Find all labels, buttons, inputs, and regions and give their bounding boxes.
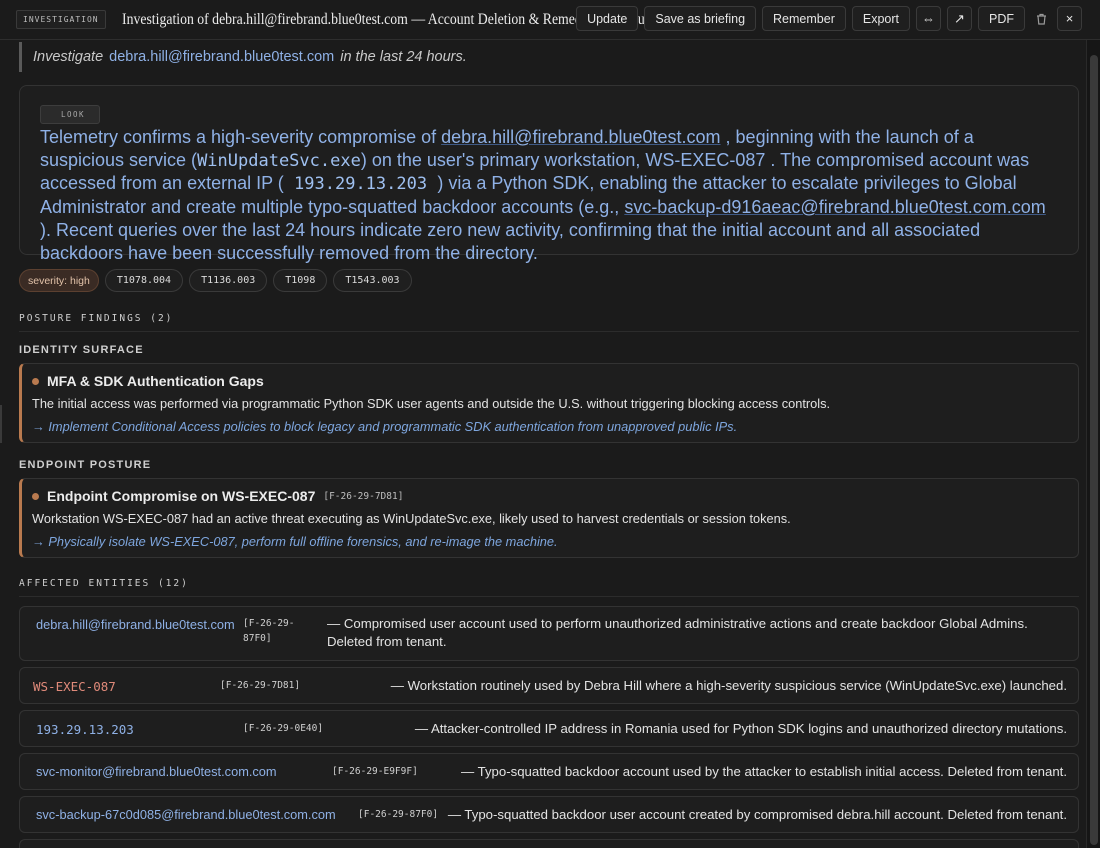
identity-surface-heading: IDENTITY SURFACE [19, 344, 144, 356]
entity-name[interactable]: svc-backup-67c0d085@firebrand.blue0test.… [36, 807, 336, 822]
window-title: Investigation of debra.hill@firebrand.bl… [121, 10, 650, 28]
entity-row[interactable]: svc-backup-67c0d085@firebrand.blue0test.… [19, 796, 1079, 833]
entity-description: — Compromised user account used to perfo… [327, 616, 1028, 649]
summary-ip: 193.29.13.203 [283, 174, 438, 195]
entity-description: — Typo-squatted backdoor user account cr… [447, 807, 1067, 822]
severity-dot [32, 377, 39, 385]
finding-recommendation: → Implement Conditional Access policies … [32, 419, 738, 434]
entity-ref: [F-26-29-87F0] [358, 809, 439, 820]
toolbar: Update Save as briefing Remember Export … [576, 6, 1082, 31]
technique-tag[interactable]: T1543.003 [333, 269, 412, 292]
entity-name[interactable]: debra.hill@firebrand.blue0test.com [36, 617, 235, 632]
summary-part-5: ). Recent queries over the last 24 hours… [40, 219, 981, 263]
expand-width-icon[interactable]: ⇔ [916, 6, 941, 31]
entity-ref: [F-26-29-E9F9F] [332, 766, 418, 777]
trash-icon[interactable] [1031, 6, 1051, 31]
summary-email-link[interactable]: debra.hill@firebrand.blue0test.com [441, 127, 720, 147]
investigation-prompt: Investigate debra.hill@firebrand.blue0te… [19, 42, 467, 72]
affected-entities-heading: AFFECTED ENTITIES (12) [19, 578, 189, 589]
divider [19, 331, 1079, 332]
entity-ref: [F-26-29-0E40] [243, 723, 324, 734]
technique-tag[interactable]: T1098 [273, 269, 328, 292]
entity-name[interactable]: WS-EXEC-087 [33, 679, 116, 694]
entity-ref: [F-26-29-87F0] [243, 618, 295, 644]
prompt-text-after: in the last 24 hours. [340, 49, 467, 65]
severity-dot [32, 492, 39, 500]
entity-row[interactable]: debra.hill@firebrand.blue0test.com [F-26… [19, 606, 1079, 661]
summary-text: Telemetry confirms a high-severity compr… [40, 126, 1058, 264]
look-badge: LOOK [40, 105, 101, 124]
pdf-button[interactable]: PDF [978, 6, 1025, 31]
scrollbar-thumb[interactable] [1090, 55, 1098, 845]
tag-list: severity: high T1078.004 T1136.003 T1098… [19, 269, 412, 292]
finding-ref: [F-26-29-7D81] [323, 490, 404, 502]
summary-card: LOOK Telemetry confirms a high-severity … [19, 85, 1079, 263]
pop-out-icon[interactable]: ↗ [947, 6, 972, 31]
divider [19, 596, 1079, 597]
posture-findings-heading: POSTURE FINDINGS (2) [19, 313, 174, 324]
vertical-scrollbar[interactable] [1086, 40, 1100, 848]
prompt-text-before: Investigate [33, 49, 104, 65]
title-bar: INVESTIGATION Investigation of debra.hil… [0, 0, 1100, 40]
entity-ref: [F-26-29-7D81] [220, 680, 301, 691]
summary-example-account[interactable]: svc-backup-d916aeac@firebrand.blue0test.… [624, 197, 1046, 217]
summary-part-1: Telemetry confirms a high-severity compr… [40, 127, 442, 147]
endpoint-posture-heading: ENDPOINT POSTURE [19, 459, 152, 471]
severity-tag[interactable]: severity: high [19, 269, 99, 292]
finding-card-endpoint[interactable]: Endpoint Compromise on WS-EXEC-087 [F-26-… [19, 478, 1079, 558]
summary-service: WinUpdateSvc.exe [197, 150, 361, 171]
entity-description: — Typo-squatted backdoor account used by… [461, 764, 1067, 779]
entity-description: — Workstation routinely used by Debra Hi… [390, 678, 1067, 693]
prompt-email[interactable]: debra.hill@firebrand.blue0test.com [109, 49, 334, 65]
technique-tag[interactable]: T1078.004 [104, 269, 184, 292]
investigation-content: Investigate debra.hill@firebrand.blue0te… [0, 40, 1086, 848]
entity-row[interactable]: 193.29.13.203 [F-26-29-0E40] — Attacker-… [19, 710, 1079, 747]
finding-title: Endpoint Compromise on WS-EXEC-087 [47, 488, 316, 504]
investigation-badge: INVESTIGATION [16, 10, 106, 29]
close-icon[interactable]: × [1057, 6, 1082, 31]
entity-row[interactable]: WS-EXEC-087 [F-26-29-7D81] — Workstation… [19, 667, 1079, 704]
finding-card-identity[interactable]: MFA & SDK Authentication Gaps The initia… [19, 363, 1079, 443]
finding-recommendation: → Physically isolate WS-EXEC-087, perfor… [32, 534, 558, 549]
entity-description: — Attacker-controlled IP address in Roma… [414, 721, 1067, 736]
entity-name[interactable]: svc-monitor@firebrand.blue0test.com.com [36, 764, 277, 779]
update-button[interactable]: Update [576, 6, 639, 31]
finding-body: Workstation WS-EXEC-087 had an active th… [32, 511, 791, 526]
export-button[interactable]: Export [851, 6, 910, 31]
finding-title: MFA & SDK Authentication Gaps [47, 373, 264, 389]
finding-body: The initial access was performed via pro… [32, 396, 831, 411]
technique-tag[interactable]: T1136.003 [189, 269, 268, 292]
entity-name[interactable]: 193.29.13.203 [36, 722, 134, 737]
entity-row[interactable]: svc-monitor@firebrand.blue0test.com.com … [19, 753, 1079, 790]
entity-row[interactable] [19, 839, 1079, 848]
remember-button[interactable]: Remember [762, 6, 846, 31]
save-as-briefing-button[interactable]: Save as briefing [644, 6, 757, 31]
